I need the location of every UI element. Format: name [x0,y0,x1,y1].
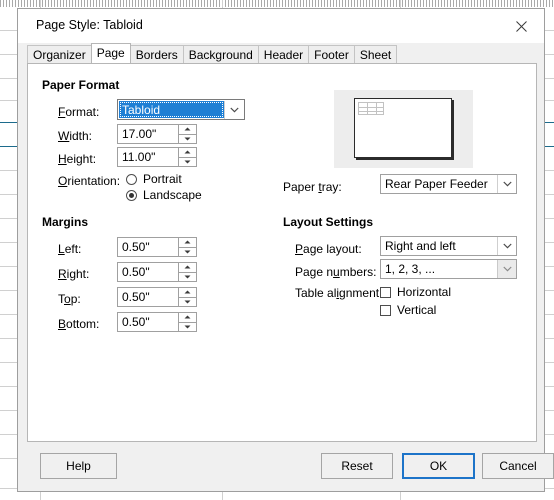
page-tab-panel: Paper Format Format: Tabloid Width: 17.0… [27,63,537,442]
margin-left-spinner[interactable]: 0.50" [117,237,197,257]
spinner-down-icon[interactable] [179,134,196,143]
ok-button[interactable]: OK [402,453,475,479]
orientation-landscape-label: Landscape [143,188,202,202]
spinner-up-icon[interactable] [179,125,196,135]
table-alignment-label: Table alignment: [295,286,383,300]
spinner-down-icon[interactable] [179,297,196,306]
width-stepper[interactable] [178,125,196,143]
page-layout-combobox[interactable]: Right and left [380,236,517,256]
margin-left-stepper[interactable] [178,238,196,256]
tab-header[interactable]: Header [257,45,310,63]
paper-tray-label: Paper tray: [283,180,342,194]
reset-button[interactable]: Reset [321,453,393,479]
page-style-dialog: Page Style: Tabloid Organizer Page Borde… [17,8,554,492]
spinner-up-icon[interactable] [179,148,196,158]
spinner-down-icon[interactable] [179,322,196,331]
chevron-down-icon [497,237,516,255]
height-label: Height: [58,152,97,166]
margin-left-label: Left: [58,242,82,256]
table-alignment-vertical-checkbox[interactable]: Vertical [380,303,436,317]
margin-bottom-stepper[interactable] [178,313,196,331]
tab-page[interactable]: Page [90,43,131,63]
tab-organizer[interactable]: Organizer [27,45,92,63]
height-value: 11.00" [122,150,156,164]
margin-right-spinner[interactable]: 0.50" [117,262,197,282]
radio-icon-selected [126,189,137,201]
table-alignment-horizontal-label: Horizontal [397,285,452,299]
margin-right-label: Right: [58,267,90,281]
margin-top-label: Top: [58,292,81,306]
width-label: Width: [58,129,93,143]
close-icon[interactable] [504,13,538,39]
tab-background[interactable]: Background [182,45,259,63]
tab-footer[interactable]: Footer [308,45,355,63]
page-numbers-value: 1, 2, 3, ... [385,262,436,276]
preview-page [354,98,452,158]
spinner-up-icon[interactable] [179,238,196,248]
page-preview [334,90,473,168]
checkbox-icon [380,304,391,316]
tab-strip: Organizer Page Borders Background Header… [18,43,544,63]
preview-table-grid [358,102,384,115]
margins-heading: Margins [42,215,89,229]
spinner-up-icon[interactable] [179,313,196,323]
format-label: Format: [58,105,100,119]
spinner-up-icon[interactable] [179,263,196,273]
format-combobox[interactable]: Tabloid [117,99,245,120]
checkbox-icon [380,286,391,298]
chevron-down-icon [497,175,516,193]
help-button[interactable]: Help [40,453,117,479]
page-numbers-label: Page numbers: [295,265,377,279]
format-combobox-value: Tabloid [119,101,224,118]
chevron-down-icon [497,260,516,278]
table-alignment-horizontal-checkbox[interactable]: Horizontal [380,285,451,299]
paper-tray-value: Rear Paper Feeder [385,177,488,191]
height-stepper[interactable] [178,148,196,166]
tab-sheet[interactable]: Sheet [353,45,398,63]
page-layout-value: Right and left [385,239,456,253]
orientation-label: Orientation: [58,174,121,188]
margin-top-stepper[interactable] [178,288,196,306]
margin-top-spinner[interactable]: 0.50" [117,287,197,307]
dialog-footer: Help Reset OK Cancel [18,442,554,491]
ruler-strip [0,0,554,7]
spinner-down-icon[interactable] [179,157,196,166]
page-numbers-combobox[interactable]: 1, 2, 3, ... [380,259,517,279]
orientation-portrait-label: Portrait [143,172,182,186]
tab-borders[interactable]: Borders [129,45,184,63]
page-layout-label: Page layout: [295,242,362,256]
orientation-radio-portrait[interactable]: Portrait [126,172,182,186]
cancel-button[interactable]: Cancel [482,453,554,479]
radio-icon [126,173,137,185]
height-spinner[interactable]: 11.00" [117,147,197,167]
margin-left-value: 0.50" [122,240,150,254]
spinner-up-icon[interactable] [179,288,196,298]
margin-right-value: 0.50" [122,265,150,279]
chevron-down-icon [224,100,243,119]
dialog-titlebar: Page Style: Tabloid [18,9,544,43]
width-value: 17.00" [122,127,157,141]
width-spinner[interactable]: 17.00" [117,124,197,144]
margin-bottom-value: 0.50" [122,315,150,329]
orientation-radio-landscape[interactable]: Landscape [126,188,202,202]
margin-right-stepper[interactable] [178,263,196,281]
paper-tray-combobox[interactable]: Rear Paper Feeder [380,174,517,194]
paper-format-heading: Paper Format [42,78,120,92]
dialog-title: Page Style: Tabloid [36,18,143,32]
margin-top-value: 0.50" [122,290,150,304]
margin-bottom-spinner[interactable]: 0.50" [117,312,197,332]
layout-settings-heading: Layout Settings [283,215,374,229]
table-alignment-vertical-label: Vertical [397,303,437,317]
spinner-down-icon[interactable] [179,272,196,281]
spinner-down-icon[interactable] [179,247,196,256]
margin-bottom-label: Bottom: [58,317,100,331]
